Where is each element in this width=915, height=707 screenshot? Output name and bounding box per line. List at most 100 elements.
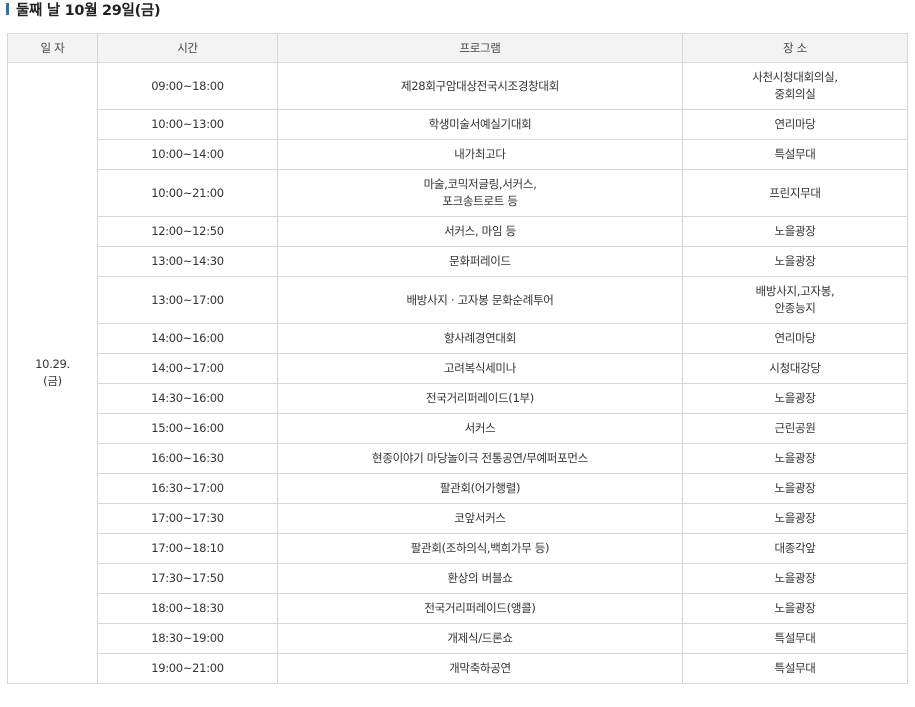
time-cell: 14:30~16:00 (97, 383, 278, 414)
place-line: 노을광장 (774, 391, 816, 405)
place-line: 특설무대 (774, 147, 816, 161)
table-row: 17:30~17:50 환상의 버블쇼 노을광장 (8, 563, 908, 594)
place-line: 노을광장 (774, 481, 816, 495)
place-cell: 노을광장 (682, 473, 908, 504)
program-cell: 배방사지 · 고자봉 문화순례투어 (277, 276, 683, 324)
table-row: 12:00~12:50 서커스, 마임 등 노을광장 (8, 216, 908, 247)
place-line: 노을광장 (774, 224, 816, 238)
program-line: 개제식/드론쇼 (447, 631, 513, 645)
table-row: 18:30~19:00 개제식/드론쇼 특설무대 (8, 623, 908, 654)
place-cell: 노을광장 (682, 593, 908, 624)
place-line: 시청대강당 (769, 361, 821, 375)
program-line: 환상의 버블쇼 (447, 571, 513, 585)
place-cell: 특설무대 (682, 653, 908, 684)
place-cell: 특설무대 (682, 139, 908, 170)
place-line: 노을광장 (774, 254, 816, 268)
time-cell: 10:00~14:00 (97, 139, 278, 170)
place-cell: 프린지무대 (682, 169, 908, 217)
table-row: 10.29. (금) 09:00~18:00 제28회구암대상전국시조경창대회 사천시… (7, 62, 908, 684)
time-cell: 18:00~18:30 (97, 593, 278, 624)
place-cell: 연리마당 (682, 109, 908, 140)
program-line: 전국거리퍼레이드(1부) (426, 391, 534, 405)
program-cell: 고려복식세미나 (277, 353, 683, 384)
table-row: 18:00~18:30 전국거리퍼레이드(앵콜) 노을광장 (8, 593, 908, 624)
table-row: 10:00~21:00 마술,코믹저글링,서커스, 포크송트로트 등 프린지무대 (8, 169, 908, 217)
schedule-table: 일 자 시간 프로그램 장 소 10.29. (금) 09:00~18:00 제28… (7, 33, 908, 684)
time-cell: 12:00~12:50 (97, 216, 278, 247)
program-line: 팔관회(어가행렬) (439, 481, 521, 495)
program-cell: 서커스, 마임 등 (277, 216, 683, 247)
schedule-body: 10.29. (금) 09:00~18:00 제28회구암대상전국시조경창대회 사천시… (7, 62, 908, 684)
time-cell: 16:30~17:00 (97, 473, 278, 504)
program-cell: 환상의 버블쇼 (277, 563, 683, 594)
header-place: 장 소 (682, 33, 908, 63)
heading-accent-bar (6, 3, 9, 15)
time-cell: 14:00~16:00 (97, 323, 278, 354)
table-row: 10:00~14:00 내가최고다 특설무대 (8, 139, 908, 170)
time-cell: 18:30~19:00 (97, 623, 278, 654)
place-cell: 노을광장 (682, 443, 908, 474)
table-row: 16:00~16:30 현종이야기 마당놀이극 전통공연/무예퍼포먼스 노을광장 (8, 443, 908, 474)
program-cell: 제28회구암대상전국시조경창대회 (277, 62, 683, 110)
time-cell: 09:00~18:00 (97, 62, 278, 110)
program-cell: 향사례경연대회 (277, 323, 683, 354)
program-cell: 전국거리퍼레이드(앵콜) (277, 593, 683, 624)
program-line: 내가최고다 (454, 147, 506, 161)
time-cell: 17:30~17:50 (97, 563, 278, 594)
program-cell: 문화퍼레이드 (277, 246, 683, 277)
program-line: 마술,코믹저글링,서커스, (423, 177, 537, 191)
table-row: 17:00~18:10 팔관회(조하의식,백희가무 등) 대종각앞 (8, 533, 908, 564)
place-cell: 연리마당 (682, 323, 908, 354)
place-cell: 시청대강당 (682, 353, 908, 384)
place-line: 특설무대 (774, 661, 816, 675)
header-program: 프로그램 (277, 33, 683, 63)
place-line: 노을광장 (774, 451, 816, 465)
table-row: 16:30~17:00 팔관회(어가행렬) 노을광장 (8, 473, 908, 504)
table-row: 14:00~16:00 향사례경연대회 연리마당 (8, 323, 908, 354)
program-line: 현종이야기 마당놀이극 전통공연/무예퍼포먼스 (372, 451, 588, 465)
place-line: 연리마당 (774, 331, 816, 345)
program-line: 고려복식세미나 (444, 361, 516, 375)
place-line: 사천시청대회의실, (752, 70, 838, 84)
program-line: 전국거리퍼레이드(앵콜) (424, 601, 536, 615)
header-time: 시간 (97, 33, 278, 63)
page-title: 둘째 날 10월 29일(금) (16, 2, 161, 19)
place-cell: 노을광장 (682, 383, 908, 414)
time-cell: 16:00~16:30 (97, 443, 278, 474)
place-cell: 노을광장 (682, 246, 908, 277)
place-cell: 특설무대 (682, 623, 908, 654)
program-cell: 팔관회(조하의식,백희가무 등) (277, 533, 683, 564)
table-row: 10:00~13:00 학생미술서예실기대회 연리마당 (8, 109, 908, 140)
time-cell: 13:00~17:00 (97, 276, 278, 324)
program-cell: 팔관회(어가행렬) (277, 473, 683, 504)
program-line: 팔관회(조하의식,백희가무 등) (410, 541, 550, 555)
section-heading: 둘째 날 10월 29일(금) (6, 0, 161, 19)
program-line: 서커스, 마임 등 (444, 224, 516, 238)
time-cell: 13:00~14:30 (97, 246, 278, 277)
place-line: 노을광장 (774, 601, 816, 615)
program-cell: 학생미술서예실기대회 (277, 109, 683, 140)
place-cell: 노을광장 (682, 216, 908, 247)
program-cell: 내가최고다 (277, 139, 683, 170)
program-cell: 서커스 (277, 413, 683, 444)
program-cell: 마술,코믹저글링,서커스, 포크송트로트 등 (277, 169, 683, 217)
time-cell: 19:00~21:00 (97, 653, 278, 684)
table-row: 17:00~17:30 코앞서커스 노을광장 (8, 503, 908, 534)
date-cell: 10.29. (금) (7, 62, 98, 684)
place-cell: 노을광장 (682, 503, 908, 534)
table-row: 19:00~21:00 개막축하공연 특설무대 (8, 653, 908, 684)
program-cell: 개제식/드론쇼 (277, 623, 683, 654)
time-cell: 14:00~17:00 (97, 353, 278, 384)
header-date: 일 자 (7, 33, 98, 63)
program-line: 개막축하공연 (449, 661, 511, 675)
table-row: 14:00~17:00 고려복식세미나 시청대강당 (8, 353, 908, 384)
table-row: 13:00~17:00 배방사지 · 고자봉 문화순례투어 배방사지,고자봉, 안종능… (8, 276, 908, 324)
program-line: 서커스 (464, 421, 496, 435)
table-row: 14:30~16:00 전국거리퍼레이드(1부) 노을광장 (8, 383, 908, 414)
program-line: 포크송트로트 등 (442, 194, 518, 208)
place-cell: 사천시청대회의실, 중회의실 (682, 62, 908, 110)
table-row: 15:00~16:00 서커스 근린공원 (8, 413, 908, 444)
table-row: 13:00~14:30 문화퍼레이드 노을광장 (8, 246, 908, 277)
time-cell: 17:00~17:30 (97, 503, 278, 534)
program-line: 배방사지 · 고자봉 문화순례투어 (406, 292, 554, 307)
